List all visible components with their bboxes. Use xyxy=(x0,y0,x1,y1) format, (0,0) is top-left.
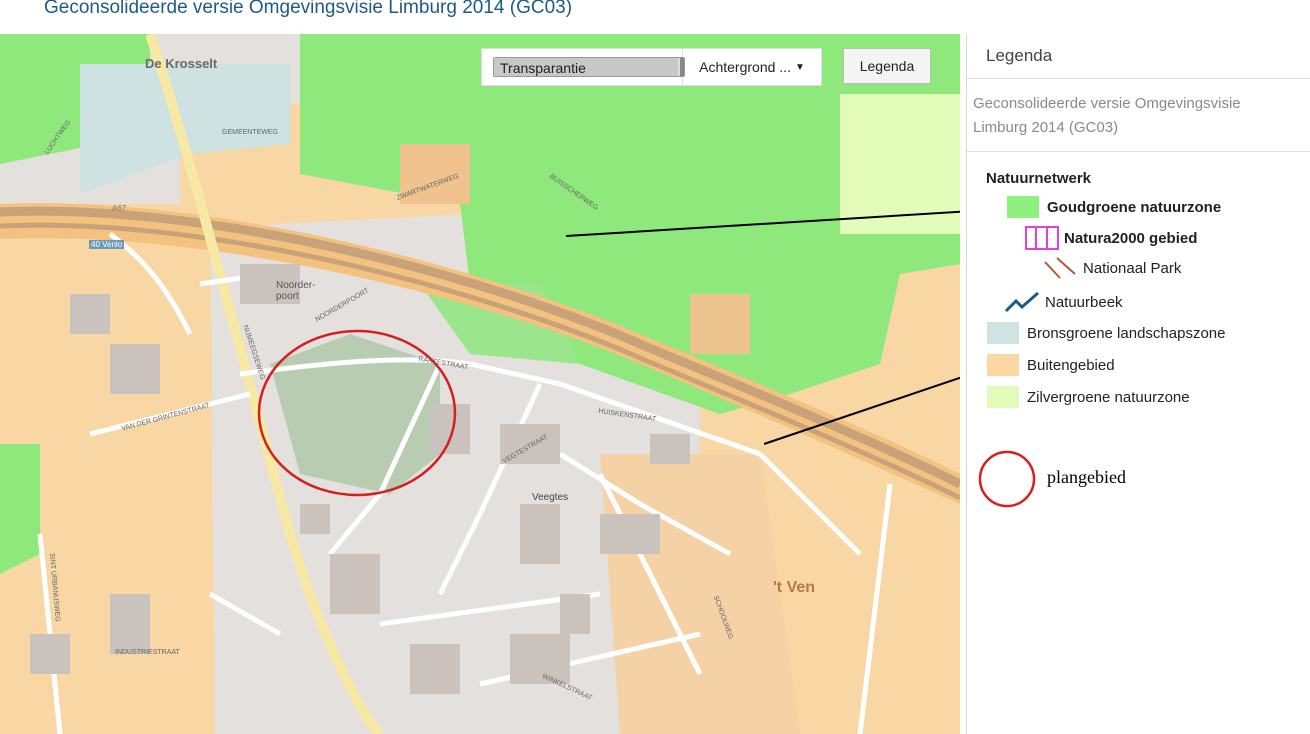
legend-item-natuurbeek: Natuurbeek xyxy=(1004,289,1123,315)
legend-item-label: Buitengebied xyxy=(1027,356,1115,374)
legend-item-label: Goudgroene natuurzone xyxy=(1047,198,1222,216)
legend-subtitle: Geconsolideerde versie Omgevingsvisie Li… xyxy=(973,95,1241,136)
legend-group-title: Natuurnetwerk xyxy=(986,170,1092,187)
legend-item-zilvergroen: Zilvergroene natuurzone xyxy=(987,386,1190,408)
map-label-a67: A67 xyxy=(112,204,127,213)
transparency-slider[interactable]: Transparantie xyxy=(482,49,685,85)
caret-down-icon: ▼ xyxy=(794,61,805,73)
legend-item-nationaal-park: Nationaal Park xyxy=(1042,256,1181,280)
map-label-veegtes: Veegtes xyxy=(532,492,569,503)
background-select-value: Achtergrond ... xyxy=(699,59,791,75)
map-label-venlo: 40 Venlo xyxy=(89,240,125,249)
nationaal-park-swatch xyxy=(1044,257,1076,279)
zilvergroen-swatch xyxy=(987,386,1019,408)
goudgroen-area-west xyxy=(0,444,40,574)
legend-item-natura2000: Natura2000 gebied xyxy=(1025,226,1197,250)
plangebied-label: plangebied xyxy=(1047,467,1126,487)
background-select[interactable]: Achtergrond ... ▼ xyxy=(683,49,821,85)
legend-item-label: Bronsgroene landschapszone xyxy=(1027,324,1226,342)
map-label-street: GEMEENTEWEG xyxy=(222,129,279,136)
legend-item-label: Natura2000 gebied xyxy=(1064,229,1198,247)
legend-item-label: Zilvergroene natuurzone xyxy=(1027,388,1190,406)
divider xyxy=(967,151,1310,152)
legend-item-goudgroen: Goudgroene natuurzone xyxy=(1007,196,1221,218)
legend-button[interactable]: Legenda xyxy=(843,48,931,84)
legend-item-label: Nationaal Park xyxy=(1083,259,1182,277)
map-graphic xyxy=(0,34,960,734)
transparency-handle[interactable] xyxy=(680,58,684,76)
map-label-krosselt: De Krosselt xyxy=(145,56,218,71)
legend-item-label: Natuurbeek xyxy=(1045,293,1123,311)
legend-item-buitengebied: Buitengebied xyxy=(987,354,1115,376)
map-canvas[interactable]: De Krosselt Noorder-poort Veegtes 't Ven… xyxy=(0,34,960,734)
natura2000-swatch xyxy=(1025,226,1059,250)
natuurbeek-swatch xyxy=(1004,291,1039,313)
transparency-label: Transparantie xyxy=(500,60,586,76)
legend-panel: Legenda Geconsolideerde versie Omgevings… xyxy=(966,34,1310,734)
page-title: Geconsolideerde versie Omgevingsvisie Li… xyxy=(44,0,573,18)
parcel-grid-east xyxy=(690,294,750,354)
bronsgroen-swatch xyxy=(987,322,1019,344)
divider xyxy=(967,78,1310,79)
goudgroen-swatch xyxy=(1007,196,1039,218)
map-label-noorderpoort: Noorder-poort xyxy=(276,280,316,302)
map-toolbar: Transparantie Achtergrond ... ▼ xyxy=(481,48,822,86)
map-label-street: INDUSTRIESTRAAT xyxy=(115,649,180,656)
plangebied-legend-icon xyxy=(978,450,1036,508)
legend-item-bronsgroen: Bronsgroene landschapszone xyxy=(987,322,1225,344)
legend-title: Legenda xyxy=(986,46,1053,65)
buitengebied-swatch xyxy=(987,354,1019,376)
map-label-ven: 't Ven xyxy=(773,579,816,596)
